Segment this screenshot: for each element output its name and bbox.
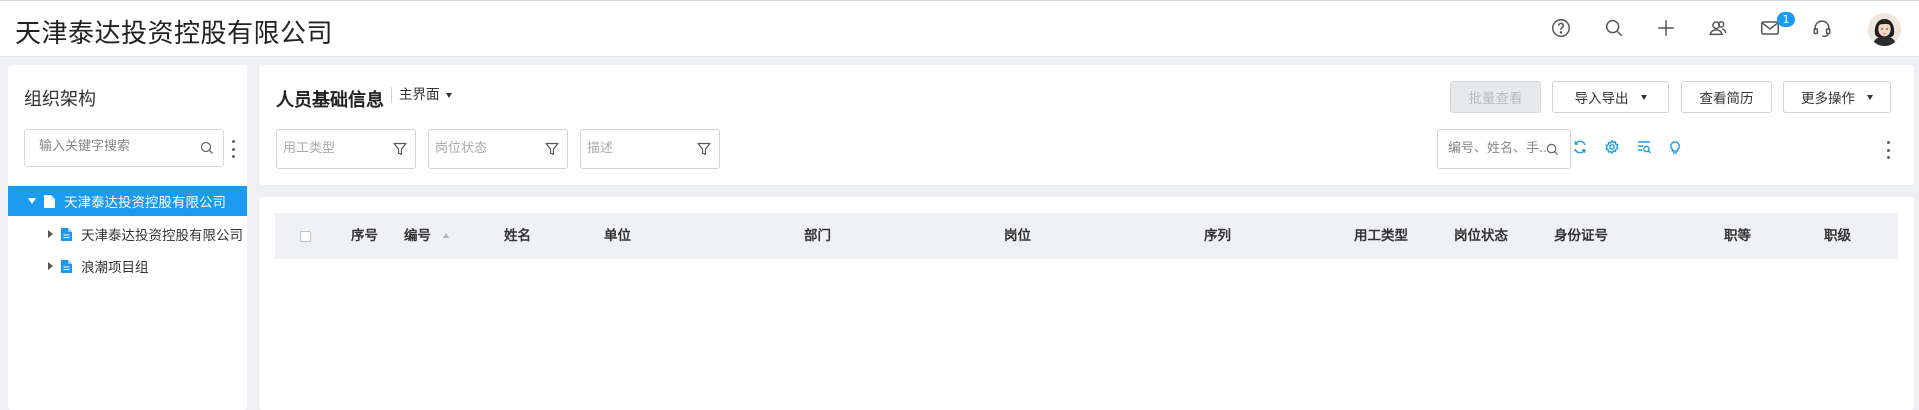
- refresh-icon[interactable]: [1572, 139, 1588, 155]
- headset-icon[interactable]: [1809, 15, 1835, 41]
- description-input[interactable]: [587, 141, 687, 156]
- document-icon: [61, 259, 72, 273]
- more-actions-label: 更多操作: [1801, 91, 1855, 107]
- col-header: 序号: [351, 228, 378, 244]
- tree-node-child[interactable]: 天津泰达投资控股有限公司: [8, 219, 247, 249]
- org-structure-sidebar: 组织架构 天津泰达投资控股有限公司 天津泰达投资控股有限公司 浪潮项目组: [8, 65, 247, 410]
- sidebar-title: 组织架构: [24, 89, 96, 110]
- tree-node-label: 天津泰达投资控股有限公司: [64, 195, 226, 211]
- col-header-with-sort[interactable]: 编号: [404, 213, 449, 259]
- caret-down-icon: [445, 92, 452, 98]
- col-header: 部门: [804, 228, 831, 244]
- col-header: 岗位: [1004, 228, 1031, 244]
- col-header: 编号: [404, 228, 431, 244]
- tree-node-child[interactable]: 浪潮项目组: [8, 251, 247, 281]
- import-export-button[interactable]: 导入导出: [1552, 81, 1669, 113]
- col-header: 序列: [1204, 228, 1231, 244]
- caret-right-icon[interactable]: [48, 230, 53, 238]
- user-avatar[interactable]: [1868, 13, 1901, 46]
- funnel-icon: [393, 142, 407, 156]
- more-actions-button[interactable]: 更多操作: [1783, 81, 1891, 113]
- tree-node-label: 浪潮项目组: [81, 260, 149, 276]
- view-label: 主界面: [399, 87, 440, 103]
- search-icon[interactable]: [1601, 15, 1627, 41]
- mail-badge: 1: [1777, 12, 1795, 27]
- tree-search-input[interactable]: [39, 139, 189, 154]
- contacts-icon[interactable]: [1705, 15, 1731, 41]
- search-icon[interactable]: [1545, 142, 1560, 157]
- batch-view-button[interactable]: 批量查看: [1450, 81, 1541, 113]
- main-toolbar-panel: 人员基础信息 主界面 批量查看 导入导出 查看简历 更多操作: [259, 65, 1914, 185]
- table-header: 序号 编号 姓名 单位 部门 岗位 序列 用工类型 岗位状态 身份证号 职等 职…: [275, 213, 1898, 259]
- position-status-filter[interactable]: [428, 129, 568, 169]
- settings-icon[interactable]: [1604, 139, 1620, 155]
- caret-right-icon[interactable]: [48, 262, 53, 270]
- company-title: 天津泰达投资控股有限公司: [15, 19, 334, 49]
- select-all-checkbox[interactable]: [300, 231, 311, 242]
- toolbar-more-icon[interactable]: [1885, 141, 1891, 159]
- col-header: 身份证号: [1554, 228, 1608, 244]
- caret-down-icon[interactable]: [28, 198, 36, 204]
- sidebar-more-icon[interactable]: [230, 140, 236, 158]
- col-header: 职级: [1824, 228, 1851, 244]
- col-header: 职等: [1724, 228, 1751, 244]
- view-resume-label: 查看简历: [1699, 91, 1754, 107]
- funnel-icon: [697, 142, 711, 156]
- col-header: 用工类型: [1354, 228, 1408, 244]
- description-filter[interactable]: [580, 129, 720, 169]
- caret-down-icon: [1640, 94, 1647, 100]
- sort-ascending-icon[interactable]: [442, 232, 449, 238]
- col-header: 岗位状态: [1454, 228, 1508, 244]
- top-header: 天津泰达投资控股有限公司 1: [0, 0, 1919, 57]
- col-header: 姓名: [504, 228, 531, 244]
- position-status-input[interactable]: [435, 141, 535, 156]
- page-title: 人员基础信息: [276, 90, 384, 111]
- view-switch-dropdown[interactable]: 主界面: [391, 87, 452, 103]
- funnel-icon: [545, 142, 559, 156]
- column-filter-icon[interactable]: [1636, 139, 1652, 155]
- tree-node-label: 天津泰达投资控股有限公司: [81, 228, 243, 244]
- keyword-search-box: [1437, 129, 1571, 169]
- bulb-icon[interactable]: [1667, 139, 1683, 155]
- help-icon[interactable]: [1548, 15, 1574, 41]
- table-panel: 序号 编号 姓名 单位 部门 岗位 序列 用工类型 岗位状态 身份证号 职等 职…: [259, 197, 1914, 410]
- import-export-label: 导入导出: [1574, 91, 1629, 107]
- keyword-search-input[interactable]: [1448, 141, 1548, 156]
- employment-type-input[interactable]: [283, 141, 383, 156]
- document-icon: [61, 227, 72, 241]
- view-resume-button[interactable]: 查看简历: [1681, 81, 1772, 113]
- tree-search-box: [24, 129, 224, 167]
- caret-down-icon: [1867, 94, 1873, 100]
- plus-icon[interactable]: [1653, 15, 1679, 41]
- search-icon[interactable]: [199, 140, 215, 156]
- batch-view-label: 批量查看: [1468, 91, 1523, 107]
- col-header: 单位: [604, 228, 631, 244]
- tree-node-root[interactable]: 天津泰达投资控股有限公司: [8, 186, 247, 216]
- document-icon: [44, 194, 55, 208]
- employment-type-filter[interactable]: [276, 129, 416, 169]
